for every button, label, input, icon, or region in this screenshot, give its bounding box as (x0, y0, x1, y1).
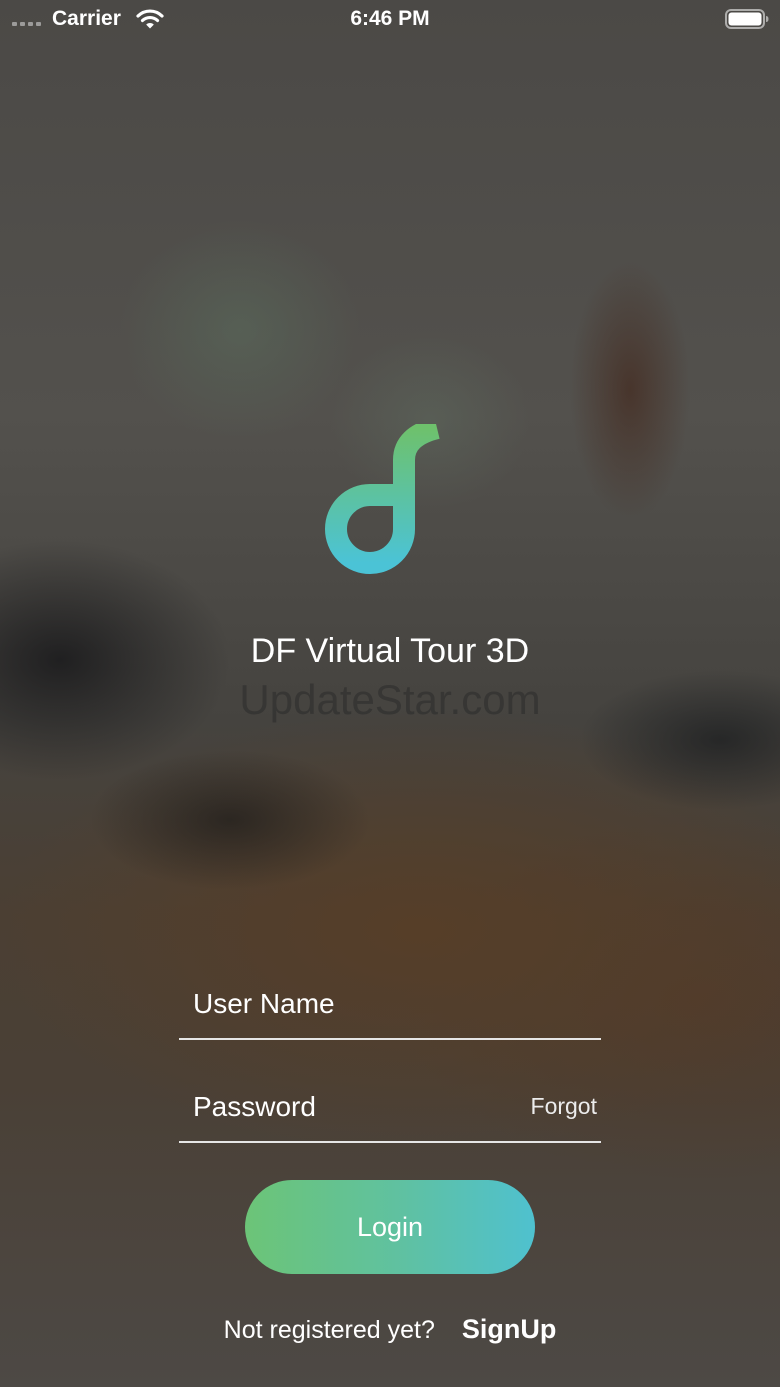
login-button[interactable]: Login (245, 1180, 535, 1274)
password-input[interactable] (193, 1077, 493, 1137)
status-time: 6:46 PM (350, 7, 430, 30)
signup-link[interactable]: SignUp (462, 1314, 557, 1344)
df-logo (325, 424, 446, 574)
username-field (179, 974, 601, 1040)
login-screen: Carrier 6:46 PM DF Virtual Tour 3D Updat… (0, 0, 780, 1387)
signup-prompt: Not registered yet? (223, 1316, 435, 1344)
password-field: Forgot (179, 1077, 601, 1143)
watermark-text: UpdateStar.com (239, 676, 541, 723)
battery-icon (725, 9, 769, 29)
signup-row: Not registered yet? SignUp (0, 1314, 780, 1345)
app-title: DF Virtual Tour 3D (250, 632, 530, 670)
forgot-password-link[interactable]: Forgot (531, 1093, 597, 1120)
status-bar: Carrier 6:46 PM (0, 0, 780, 40)
username-input[interactable] (193, 974, 493, 1034)
